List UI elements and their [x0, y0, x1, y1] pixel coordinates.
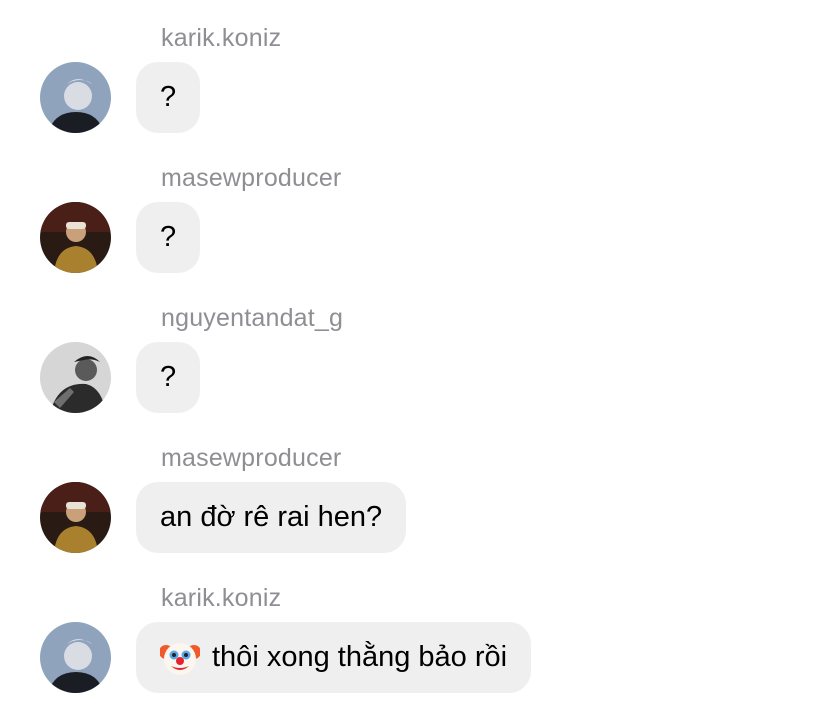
sender-name: nguyentandat_g	[161, 304, 344, 332]
clown-face-icon	[160, 638, 200, 678]
message-text: thôi xong thằng bảo rồi	[212, 641, 508, 673]
avatar-karik[interactable]	[40, 622, 111, 693]
avatar-karik[interactable]	[40, 62, 111, 133]
message-group: karik.koniz thôi xong thằng bảo rồi	[0, 560, 828, 700]
sender-name: masewproducer	[161, 164, 342, 192]
message-group: nguyentandat_g ?	[0, 280, 828, 420]
avatar-masew[interactable]	[40, 482, 111, 553]
message-text: ?	[160, 361, 177, 393]
sender-name: karik.koniz	[161, 24, 282, 52]
avatar-masew[interactable]	[40, 202, 111, 273]
message-group: karik.koniz ?	[0, 0, 828, 140]
message-bubble[interactable]: ?	[136, 62, 201, 133]
sender-name: masewproducer	[161, 444, 342, 472]
message-bubble[interactable]: thôi xong thằng bảo rồi	[136, 622, 532, 693]
message-group: masewproducer an đờ rê rai hen?	[0, 420, 828, 560]
chat-thread: karik.koniz ? masewproducer ? nguyentand…	[0, 0, 828, 720]
message-text: ?	[160, 81, 177, 113]
avatar-nguyentandat[interactable]	[40, 342, 111, 413]
message-bubble[interactable]: ?	[136, 202, 201, 273]
sender-name: karik.koniz	[161, 584, 282, 612]
message-group: masewproducer ?	[0, 140, 828, 280]
message-text: ?	[160, 221, 177, 253]
message-bubble[interactable]: ?	[136, 342, 201, 413]
message-bubble[interactable]: an đờ rê rai hen?	[136, 482, 407, 553]
message-text: an đờ rê rai hen?	[160, 501, 383, 533]
